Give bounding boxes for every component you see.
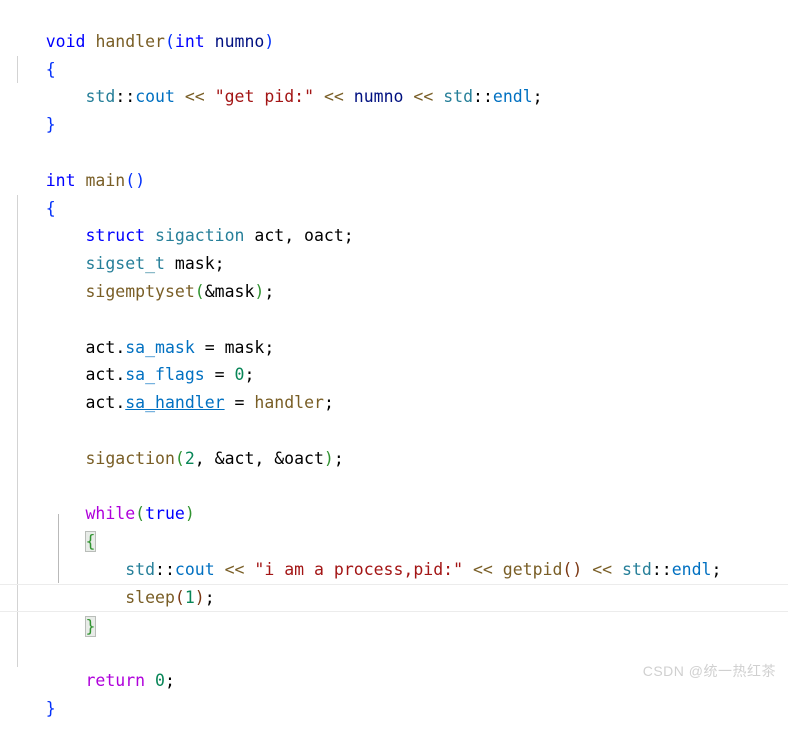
code-line[interactable]: sigaction(2, &act, &oact);: [0, 417, 788, 468]
code-line-blank[interactable]: [0, 111, 788, 139]
code-line[interactable]: std::cout << "get pid:" << numno << std:…: [0, 56, 788, 106]
code-line[interactable]: sleep(1);: [0, 556, 788, 607]
code-line[interactable]: while(true): [0, 473, 788, 523]
code-line[interactable]: void handler(int numno): [0, 0, 788, 51]
code-editor[interactable]: void handler(int numno) { std::cout << "…: [0, 0, 788, 718]
code-line[interactable]: act.sa_handler = handler;: [0, 361, 788, 412]
code-line[interactable]: {: [0, 28, 788, 79]
code-line[interactable]: {: [0, 167, 788, 218]
token-brace-close: }: [45, 698, 56, 718]
code-line-blank[interactable]: [0, 612, 788, 640]
code-line[interactable]: }: [0, 83, 788, 134]
csdn-watermark: CSDN @统一热红茶: [642, 663, 776, 679]
code-line[interactable]: int main(): [0, 139, 788, 190]
code-line[interactable]: sigemptyset(&mask);: [0, 250, 788, 301]
code-line[interactable]: sigset_t mask;: [0, 222, 788, 273]
code-line-blank[interactable]: [0, 278, 788, 306]
code-line[interactable]: act.sa_mask = mask;: [0, 306, 788, 357]
code-line-blank[interactable]: [0, 445, 788, 473]
code-line[interactable]: {: [0, 500, 788, 553]
code-line-current[interactable]: }: [0, 583, 788, 637]
code-line[interactable]: act.sa_flags = 0;: [0, 334, 788, 384]
code-line-blank[interactable]: [0, 389, 788, 417]
code-line[interactable]: std::cout << "i am a process,pid:" << ge…: [0, 528, 788, 579]
code-line[interactable]: struct sigaction act, oact;: [0, 195, 788, 245]
